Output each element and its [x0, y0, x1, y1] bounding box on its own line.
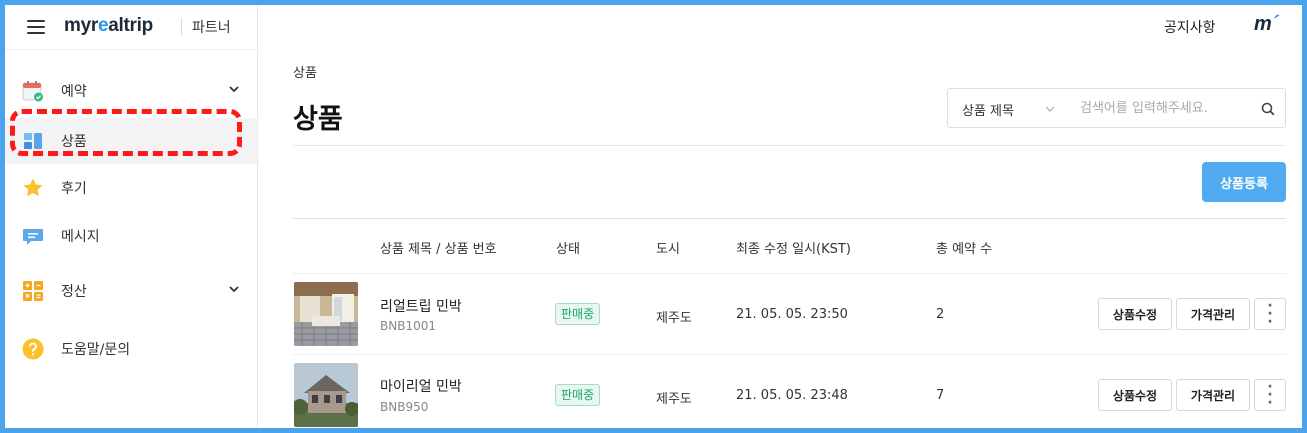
- bookings-cell: 7: [936, 388, 945, 403]
- search-input[interactable]: [1066, 88, 1286, 128]
- price-management-button[interactable]: 가격관리: [1176, 298, 1250, 330]
- column-header-bookings: 총 예약 수: [936, 242, 993, 257]
- notice-link[interactable]: 공지사항: [1164, 17, 1216, 37]
- sidebar-item-label: 예약: [61, 84, 87, 100]
- highlight-annotation: [10, 109, 242, 156]
- top-bar: 공지사항 m´: [258, 5, 1302, 49]
- sidebar-item-label: 도움말/문의: [61, 342, 131, 358]
- column-header-updated: 최종 수정 일시(KST): [736, 242, 851, 257]
- bookings-cell: 2: [936, 307, 945, 322]
- sidebar-item-reviews[interactable]: 후기: [5, 165, 257, 211]
- star-icon: [23, 178, 43, 197]
- page-title: 상품: [293, 104, 343, 135]
- row-divider: [293, 273, 1286, 274]
- chat-bubble-icon: [23, 229, 43, 245]
- table-top-border: [293, 218, 1286, 219]
- more-options-icon[interactable]: · · ·: [1254, 298, 1286, 330]
- chevron-down-icon: [229, 86, 239, 93]
- updated-cell: 21. 05. 05. 23:50: [736, 307, 848, 322]
- product-thumbnail[interactable]: [294, 282, 358, 346]
- updated-cell: 21. 05. 05. 23:48: [736, 388, 848, 403]
- sidebar-item-label: 메시지: [61, 229, 100, 245]
- search-icon[interactable]: [1261, 102, 1275, 116]
- calculator-icon: [23, 281, 43, 301]
- city-cell: 제주도: [656, 392, 692, 407]
- calendar-check-icon: [22, 81, 43, 102]
- product-name[interactable]: 리얼트립 민박: [380, 296, 462, 316]
- sidebar-item-label: 정산: [61, 284, 87, 300]
- column-header-title: 상품 제목 / 상품 번호: [380, 242, 497, 257]
- product-id: BNB1001: [380, 319, 436, 333]
- register-product-button[interactable]: 상품등록: [1202, 162, 1286, 202]
- edit-product-button[interactable]: 상품수정: [1098, 298, 1172, 330]
- brand-header: myrealtrip 파트너: [5, 5, 257, 50]
- column-header-status: 상태: [556, 242, 580, 257]
- partner-label: 파트너: [192, 20, 231, 36]
- sidebar-item-reservations[interactable]: 예약: [5, 68, 257, 114]
- sidebar-item-help[interactable]: 도움말/문의: [5, 326, 257, 372]
- chevron-down-icon: [229, 286, 239, 293]
- help-circle-icon: [22, 338, 44, 360]
- title-divider: [293, 145, 1286, 146]
- chevron-down-icon: [1045, 106, 1055, 112]
- product-name[interactable]: 마이리얼 민박: [380, 376, 462, 396]
- hamburger-menu-icon[interactable]: [27, 20, 45, 34]
- price-management-button[interactable]: 가격관리: [1176, 379, 1250, 411]
- search-field-select[interactable]: 상품 제목: [947, 88, 1067, 128]
- status-badge: 판매중: [555, 384, 601, 406]
- edit-product-button[interactable]: 상품수정: [1098, 379, 1172, 411]
- brand-divider: [181, 18, 182, 35]
- city-cell: 제주도: [656, 311, 692, 326]
- myrealtrip-logo[interactable]: myrealtrip: [64, 15, 153, 37]
- column-header-city: 도시: [656, 242, 680, 257]
- more-options-icon[interactable]: · · ·: [1254, 379, 1286, 411]
- mini-logo[interactable]: m´: [1254, 13, 1278, 36]
- product-id: BNB950: [380, 400, 429, 414]
- row-divider: [293, 354, 1286, 355]
- search-select-value: 상품 제목: [962, 104, 1014, 119]
- breadcrumb: 상품: [293, 66, 317, 81]
- product-thumbnail[interactable]: [294, 363, 358, 427]
- status-badge: 판매중: [555, 303, 601, 325]
- sidebar: myrealtrip 파트너 예약 상품 후기 메시지 정산 도움말/문의: [5, 5, 258, 428]
- sidebar-item-settlement[interactable]: 정산: [5, 268, 257, 314]
- sidebar-item-messages[interactable]: 메시지: [5, 213, 257, 259]
- sidebar-item-label: 후기: [61, 181, 87, 197]
